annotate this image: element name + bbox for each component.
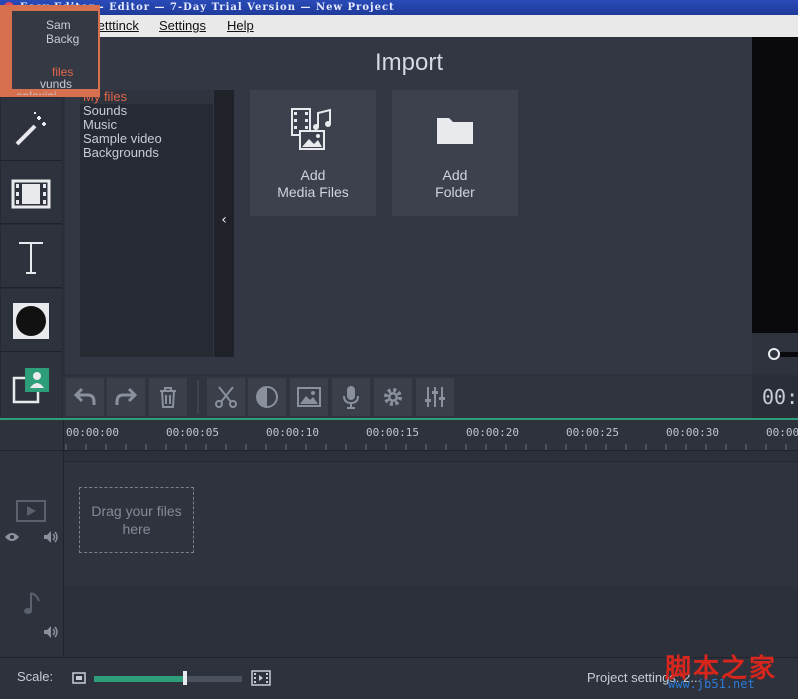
timeline-ruler[interactable]: 00:00:00 00:00:05 00:00:10 00:00:15 00:0… [0,420,798,451]
record-audio-button[interactable] [332,378,370,416]
overlay-button[interactable] [1,352,62,419]
image-button[interactable] [290,378,328,416]
menu-settings[interactable]: Settings [159,18,206,33]
equalizer-button[interactable] [416,378,454,416]
ruler-label: 00:00:15 [366,426,419,439]
ruler-label: 00:00:00 [66,426,119,439]
redo-button[interactable] [107,378,145,416]
undo-icon [73,387,96,405]
contrast-icon [256,386,278,408]
text-icon [19,242,43,274]
undo-button[interactable] [66,378,104,416]
magic-tools-button[interactable] [1,98,62,161]
filters-button[interactable] [1,161,62,224]
speaker-icon[interactable] [43,530,59,544]
chevron-left-icon: ‹ [221,212,227,228]
equalizer-icon [425,387,445,407]
overlay-icon [12,368,49,404]
preview-player [752,37,798,333]
scale-slider-handle[interactable] [183,671,187,685]
ruler-ticks [65,444,787,450]
audio-track[interactable] [64,586,798,656]
video-track-icon [16,500,46,522]
transitions-button[interactable] [1,289,62,352]
color-adjust-button[interactable] [248,378,286,416]
add-folder-label: Add Folder [392,167,518,201]
menu-help[interactable]: Help [227,18,254,33]
ghost-text: eploxiai [16,89,57,95]
drop-zone[interactable]: Drag your files here [79,487,194,553]
image-icon [297,387,321,407]
category-sample-video[interactable]: Sample video [83,132,162,146]
trash-icon [160,387,176,408]
preview-seek-bar[interactable] [752,333,798,374]
speaker-icon[interactable] [43,625,59,639]
drop-hint-line2: here [122,521,151,537]
cut-button[interactable] [207,378,245,416]
clip-settings-button[interactable] [374,378,412,416]
menu-bar: Setttinck Settings Help [0,15,798,38]
gear-icon [384,388,402,406]
seek-track [780,352,798,357]
delete-button[interactable] [149,378,187,416]
folder-icon [437,118,473,144]
import-title: Import [374,49,443,76]
timecode-display: 00: [752,376,798,418]
ghost-popup-inner: Sam Backg files vunds eploxiai [12,11,98,95]
ruler-label: 00:00:05 [166,426,219,439]
scale-slider-fill [94,676,184,682]
add-media-files-button[interactable]: Add Media Files [250,90,376,216]
category-list: Sc My files Sounds Music Sample video Ba… [80,83,213,357]
music-note-icon [24,592,40,614]
timecode-text: 00: [762,385,798,409]
title-bar: Easy Editor - Editor — 7-Day Trial Versi… [0,0,798,15]
ruler-label: 00:00:10 [266,426,319,439]
seek-handle[interactable] [768,348,780,360]
ruler-label: 00:00 [766,426,798,439]
category-sounds[interactable]: Sounds [83,104,127,118]
category-backgrounds[interactable]: Backgrounds [83,146,159,160]
add-folder-label-line1: Add [442,167,468,183]
eye-icon[interactable] [4,531,20,543]
add-folder-label-line2: Folder [435,184,475,200]
redo-icon [115,387,138,405]
collapse-panel-button[interactable]: ‹ [214,90,234,357]
ruler-label: 00:00:20 [466,426,519,439]
ghost-text: Backg [46,32,80,46]
scissors-icon [215,386,237,408]
ruler-label: 00:00:30 [666,426,719,439]
add-media-files-label-line2: Media Files [277,184,349,200]
zoom-in-icon[interactable] [251,670,271,686]
add-media-files-label: Add Media Files [250,167,376,201]
toolbar-divider [197,380,199,414]
add-media-files-label-line1: Add [300,167,326,183]
zoom-out-icon[interactable] [72,672,86,684]
scale-label: Scale: [17,669,54,684]
ghost-text: Sam [46,18,71,32]
track-headers [0,451,64,656]
media-files-icon [291,108,331,150]
transition-icon [13,303,49,339]
edit-toolbar [63,376,753,418]
film-filter-icon [11,179,51,209]
add-folder-button[interactable]: Add Folder [392,90,518,216]
watermark-url: www.jb51.net [668,677,755,691]
ruler-label: 00:00:25 [566,426,619,439]
microphone-icon [343,386,359,409]
drop-hint-line1: Drag your files [91,503,182,519]
ghost-popup: Sam Backg files vunds eploxiai [0,5,100,97]
titles-button[interactable] [1,225,62,288]
magic-wand-icon [15,112,46,146]
category-music[interactable]: Music [83,118,117,132]
